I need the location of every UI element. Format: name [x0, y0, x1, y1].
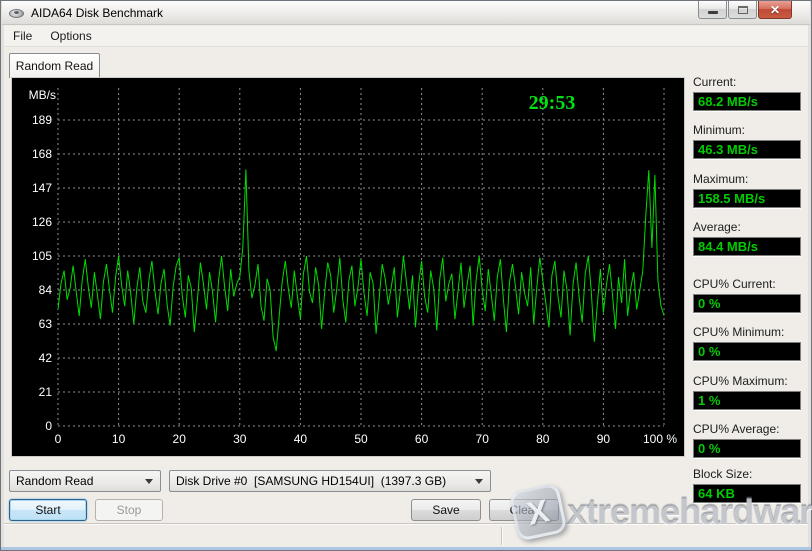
svg-text:147: 147 — [32, 181, 52, 195]
svg-text:0: 0 — [45, 419, 52, 433]
svg-text:105: 105 — [32, 249, 52, 263]
svg-text:126: 126 — [32, 215, 52, 229]
app-window: AIDA64 Disk Benchmark ✕ File Options Ran… — [0, 0, 812, 551]
stat-value: 0 % — [693, 294, 801, 313]
stat-value: 1 % — [693, 391, 801, 410]
close-icon: ✕ — [770, 2, 780, 18]
menu-item-options[interactable]: Options — [41, 26, 100, 46]
svg-text:21: 21 — [39, 385, 53, 399]
stat-value: 68.2 MB/s — [693, 92, 801, 111]
benchmark-type-select[interactable]: Random Read — [9, 470, 161, 492]
stat-label: CPU% Average: — [693, 422, 801, 436]
stat-maximum: Maximum: 158.5 MB/s — [693, 172, 801, 208]
stat-minimum: Minimum: 46.3 MB/s — [693, 123, 801, 159]
stat-label: Block Size: — [693, 467, 801, 481]
stat-average: Average: 84.4 MB/s — [693, 220, 801, 256]
drive-select-value: Disk Drive #0 [SAMSUNG HD154UI] (1397.3 … — [170, 474, 475, 488]
svg-text:0: 0 — [55, 432, 62, 446]
minimize-icon — [708, 11, 718, 14]
svg-text:63: 63 — [39, 317, 53, 331]
svg-text:30: 30 — [233, 432, 247, 446]
stat-cpu-maximum: CPU% Maximum: 1 % — [693, 374, 801, 410]
clear-button[interactable]: Clear — [489, 499, 559, 521]
stat-value: 158.5 MB/s — [693, 189, 801, 208]
tab-random-read[interactable]: Random Read — [9, 53, 100, 78]
stat-label: Average: — [693, 220, 801, 234]
svg-text:42: 42 — [39, 351, 53, 365]
svg-text:MB/s: MB/s — [29, 88, 56, 102]
start-button[interactable]: Start — [9, 499, 87, 521]
svg-text:168: 168 — [32, 147, 52, 161]
stat-block-size: Block Size: 64 KB — [693, 467, 801, 503]
stat-value: 0 % — [693, 342, 801, 361]
svg-text:90: 90 — [597, 432, 611, 446]
stat-label: CPU% Current: — [693, 277, 801, 291]
svg-text:10: 10 — [112, 432, 126, 446]
stat-cpu-average: CPU% Average: 0 % — [693, 422, 801, 458]
menu-bar: File Options — [4, 26, 808, 47]
maximize-button[interactable] — [728, 1, 757, 19]
benchmark-chart: 189 168 147 126 105 84 63 42 21 0 MB/s 0 10 20 30 40 50 6… — [12, 78, 684, 456]
svg-text:84: 84 — [39, 283, 53, 297]
stat-label: Maximum: — [693, 172, 801, 186]
svg-text:29:53: 29:53 — [529, 92, 576, 114]
stat-label: CPU% Minimum: — [693, 325, 801, 339]
save-button[interactable]: Save — [411, 499, 481, 521]
app-disk-icon — [9, 7, 25, 19]
benchmark-type-value: Random Read — [10, 474, 145, 488]
svg-text:80: 80 — [536, 432, 550, 446]
stat-label: Minimum: — [693, 123, 801, 137]
chart-panel: 189 168 147 126 105 84 63 42 21 0 MB/s 0 10 20 30 40 50 6… — [11, 77, 685, 457]
status-bar-divider — [501, 527, 502, 545]
stat-cpu-current: CPU% Current: 0 % — [693, 277, 801, 313]
window-title: AIDA64 Disk Benchmark — [31, 6, 163, 20]
stat-value: 64 KB — [693, 484, 801, 503]
svg-text:50: 50 — [354, 432, 368, 446]
stat-label: CPU% Maximum: — [693, 374, 801, 388]
stat-current: Current: 68.2 MB/s — [693, 75, 801, 111]
status-bar — [4, 523, 808, 547]
stop-button[interactable]: Stop — [95, 499, 163, 521]
close-button[interactable]: ✕ — [758, 1, 792, 19]
chevron-down-icon — [145, 479, 153, 484]
title-bar[interactable]: AIDA64 Disk Benchmark ✕ — [2, 1, 810, 25]
maximize-icon — [738, 6, 748, 14]
svg-text:70: 70 — [476, 432, 490, 446]
stat-cpu-minimum: CPU% Minimum: 0 % — [693, 325, 801, 361]
tab-label: Random Read — [16, 59, 93, 73]
stat-label: Current: — [693, 75, 801, 89]
stat-value: 84.4 MB/s — [693, 237, 801, 256]
svg-text:100 %: 100 % — [643, 432, 677, 446]
drive-select[interactable]: Disk Drive #0 [SAMSUNG HD154UI] (1397.3 … — [169, 470, 491, 492]
minimize-button[interactable] — [698, 1, 727, 19]
chevron-down-icon — [475, 479, 483, 484]
svg-text:189: 189 — [32, 113, 52, 127]
menu-item-file[interactable]: File — [4, 26, 41, 46]
svg-text:40: 40 — [294, 432, 308, 446]
svg-text:20: 20 — [173, 432, 187, 446]
stat-value: 46.3 MB/s — [693, 140, 801, 159]
svg-text:60: 60 — [415, 432, 429, 446]
stat-value: 0 % — [693, 439, 801, 458]
